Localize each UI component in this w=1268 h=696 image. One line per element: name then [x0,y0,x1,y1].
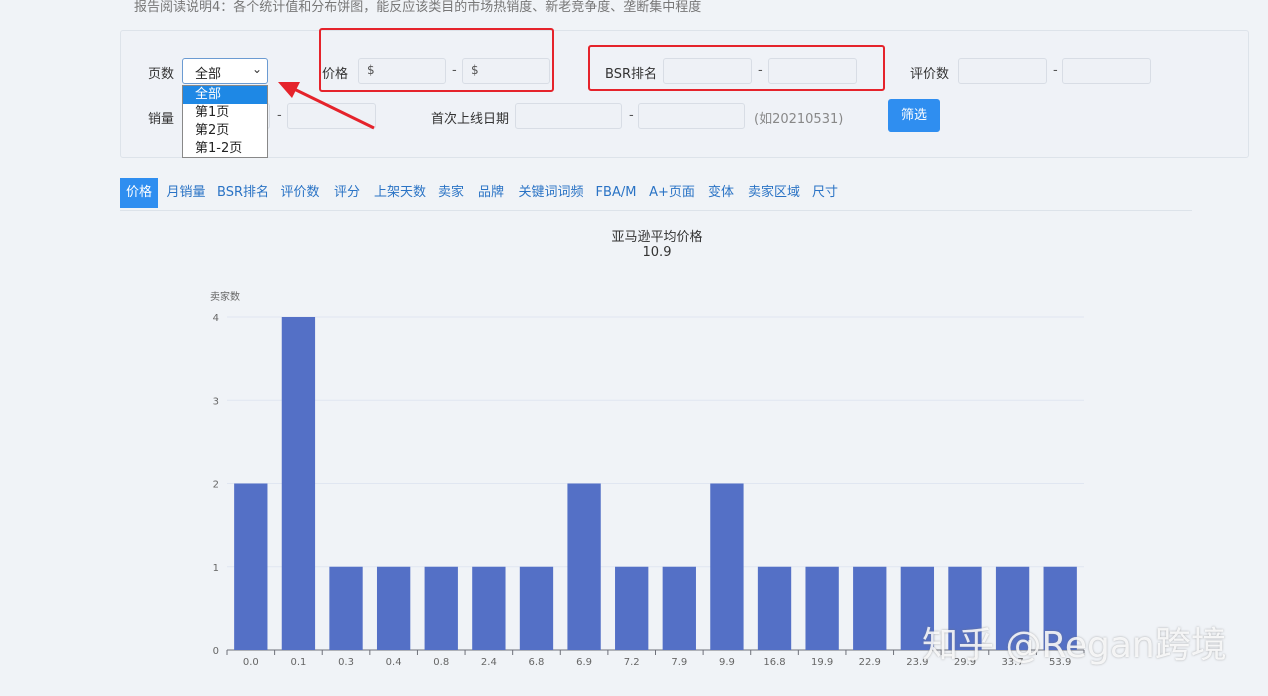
page-option[interactable]: 全部 [183,86,267,104]
x-tick-label: 0.3 [338,657,354,668]
x-tick-label: 22.9 [859,657,881,668]
x-tick-label: 6.9 [576,657,592,668]
x-tick-label: 2.4 [481,657,497,668]
bar [805,566,839,650]
bar [519,566,554,650]
x-tick-label: 0.0 [243,657,259,668]
bar [376,566,411,650]
bar [757,566,792,650]
x-tick-label: 0.8 [433,657,449,668]
page-option[interactable]: 第1-2页 [183,140,267,158]
red-arrow-icon [278,82,375,130]
x-tick-label: 9.9 [719,657,735,668]
y-tick-label: 0 [213,646,219,657]
y-tick-label: 1 [213,563,219,574]
bar [234,483,268,650]
bar [472,566,506,650]
bar [567,483,601,650]
bar [615,566,649,650]
x-tick-label: 6.8 [529,657,545,668]
bar [329,566,363,650]
x-tick-label: 0.4 [386,657,402,668]
x-tick-label: 7.2 [624,657,640,668]
page-dropdown[interactable]: 全部 第1页 第2页 第1-2页 [182,85,268,158]
bar [853,566,887,650]
bar [710,483,744,650]
page-option[interactable]: 第1页 [183,104,267,122]
y-tick-label: 2 [213,480,219,491]
y-axis-label: 卖家数 [210,290,240,303]
x-tick-label: 19.9 [811,657,833,668]
y-tick-label: 3 [213,396,219,407]
bar [281,317,316,650]
y-tick-label: 4 [213,313,219,324]
page-option[interactable]: 第2页 [183,122,267,140]
x-tick-label: 7.9 [671,657,687,668]
watermark: 知乎 @Regan跨境 [922,625,1227,666]
x-tick-label: 16.8 [763,657,785,668]
bar [662,566,696,650]
x-tick-label: 0.1 [290,657,306,668]
bar [424,566,458,650]
